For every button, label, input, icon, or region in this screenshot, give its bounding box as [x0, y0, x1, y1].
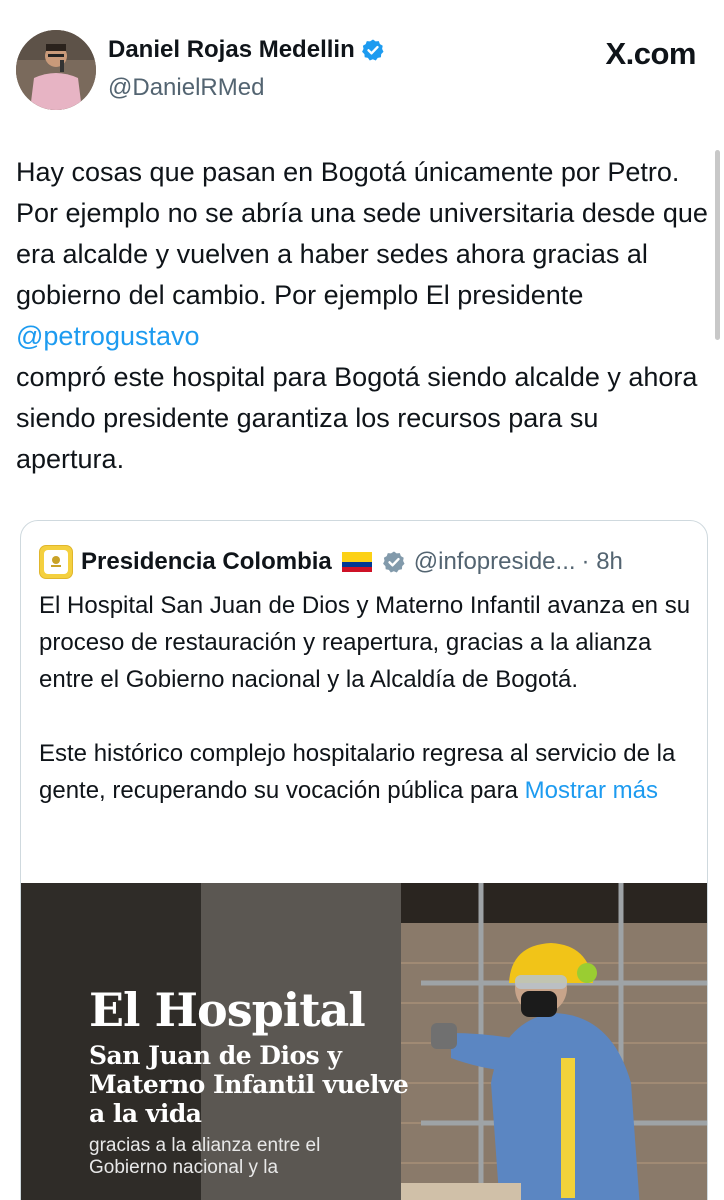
quoted-author-name[interactable]: Presidencia Colombia: [81, 548, 332, 576]
colombia-flag-icon: [341, 552, 372, 572]
quoted-paragraph-2: Este histórico complejo hospitalario reg…: [39, 735, 699, 809]
verified-badge-icon: [361, 39, 384, 61]
tweet-header: Daniel Rojas Medellin @DanielRMed X.com: [16, 30, 696, 110]
show-more-link[interactable]: Mostrar más: [525, 777, 658, 804]
gray-verified-badge-icon: [382, 551, 405, 573]
image-subtitle: San Juan de Dios y Materno Infantil vuel…: [89, 1041, 409, 1128]
mention-link[interactable]: @petrogustavo: [16, 321, 200, 351]
quoted-avatar[interactable]: [39, 545, 73, 579]
author-name[interactable]: Daniel Rojas Medellin: [108, 36, 385, 64]
author-name-text: Daniel Rojas Medellin: [108, 36, 355, 63]
avatar-photo: [16, 30, 96, 110]
tweet-text-part2: compró este hospital para Bogotá siendo …: [16, 362, 698, 474]
tweet-text-part1: Hay cosas que pasan en Bogotá únicamente…: [16, 157, 708, 310]
tweet-text: Hay cosas que pasan en Bogotá únicamente…: [16, 152, 712, 480]
quoted-author-handle[interactable]: @infopreside...: [414, 548, 576, 576]
quoted-paragraph-1: El Hospital San Juan de Dios y Materno I…: [39, 592, 691, 693]
quoted-timestamp[interactable]: · 8h: [582, 548, 623, 576]
scrollbar[interactable]: [715, 150, 720, 340]
quoted-tweet-header: Presidencia Colombia @infopreside... · 8…: [39, 543, 699, 581]
quoted-media-image[interactable]: El Hospital San Juan de Dios y Materno I…: [21, 883, 707, 1200]
quoted-tweet-text: El Hospital San Juan de Dios y Materno I…: [39, 587, 699, 809]
author-handle[interactable]: @DanielRMed: [108, 74, 264, 102]
government-seal-icon: [44, 550, 68, 574]
site-logo: X.com: [605, 36, 696, 71]
quoted-tweet[interactable]: Presidencia Colombia @infopreside... · 8…: [20, 520, 708, 1200]
image-caption: gracias a la alianza entre el Gobierno n…: [89, 1135, 321, 1178]
image-title: El Hospital: [89, 983, 366, 1037]
avatar[interactable]: [16, 30, 96, 110]
